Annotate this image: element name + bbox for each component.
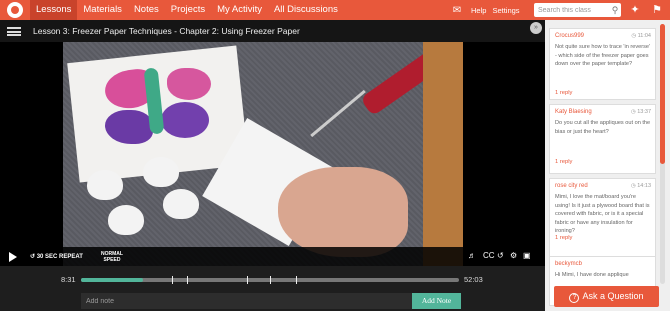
search-icon[interactable]: ⚲ <box>609 4 621 16</box>
heart-cutout <box>108 205 144 235</box>
discussion-post[interactable]: rose city red ◷ 14:13 Mimi, I love the m… <box>549 178 656 268</box>
volume-icon[interactable]: ♬ <box>468 251 476 261</box>
ask-question-button[interactable]: ? Ask a Question <box>554 286 659 307</box>
post-time-value: 14:13 <box>637 183 651 189</box>
speed-button[interactable]: NORMAL SPEED <box>101 251 123 263</box>
video-player[interactable] <box>0 42 545 266</box>
discussion-sidebar: Crocus999 ◷ 11:04 Not quite sure how to … <box>545 20 670 311</box>
cc-button[interactable]: CC <box>483 251 495 261</box>
lesson-title: Lesson 3: Freezer Paper Techniques - Cha… <box>33 26 300 36</box>
note-input[interactable] <box>81 293 412 309</box>
repeat-label: 30 SEC REPEAT <box>36 254 83 260</box>
chapter-marker[interactable] <box>186 276 188 284</box>
settings-gear-icon[interactable]: ⚙ <box>510 251 517 261</box>
collapse-sidebar-icon[interactable]: » <box>530 22 542 34</box>
cc-label: CC <box>483 251 495 260</box>
timeline: 8:31 52:03 <box>0 266 545 291</box>
scrollbar-thumb[interactable] <box>660 24 665 164</box>
post-author[interactable]: Crocus999 <box>555 33 584 39</box>
nav-my-activity[interactable]: My Activity <box>211 0 268 20</box>
top-utility-links: ✉ Help Settings <box>449 0 520 20</box>
help-link[interactable]: Help <box>471 6 486 15</box>
top-nav-bar: Lessons Materials Notes Projects My Acti… <box>0 0 670 20</box>
post-time-value: 11:04 <box>637 33 651 39</box>
question-icon: ? <box>569 293 580 303</box>
nav-projects[interactable]: Projects <box>165 0 211 20</box>
sidebar-scrollbar[interactable] <box>660 24 665 284</box>
repeat-button[interactable]: ↺ 30 SEC REPEAT <box>30 253 83 260</box>
wood-edge <box>423 42 463 266</box>
settings-link[interactable]: Settings <box>492 6 519 15</box>
fullscreen-icon[interactable]: ▣ <box>523 251 531 261</box>
lesson-menu-icon[interactable] <box>7 27 21 36</box>
discussion-post[interactable]: Katy Blaesing ◷ 13:37 Do you cut all the… <box>549 104 656 174</box>
play-icon[interactable] <box>9 252 17 262</box>
nav-all-discussions[interactable]: All Discussions <box>268 0 344 20</box>
post-timestamp[interactable]: ◷ 13:37 <box>631 109 651 115</box>
discussion-post[interactable]: Crocus999 ◷ 11:04 Not quite sure how to … <box>549 28 656 100</box>
video-frame[interactable] <box>63 42 463 266</box>
nav-materials[interactable]: Materials <box>77 0 128 20</box>
craftsy-logo-icon[interactable] <box>7 2 23 18</box>
reply-link[interactable]: 1 reply <box>555 235 572 241</box>
total-time: 52:03 <box>464 275 483 284</box>
chapter-marker[interactable] <box>171 276 173 284</box>
post-author[interactable]: Katy Blaesing <box>555 109 592 115</box>
main-nav: Lessons Materials Notes Projects My Acti… <box>30 0 344 20</box>
gift-icon[interactable]: ⚑ <box>649 2 665 18</box>
post-timestamp[interactable]: ◷ 14:13 <box>631 183 651 189</box>
reply-link[interactable]: 1 reply <box>555 159 572 165</box>
star-icon[interactable]: ✦ <box>627 2 643 18</box>
hand <box>278 167 408 257</box>
post-text: Not quite sure how to trace 'in reverse'… <box>555 44 651 67</box>
nav-lessons[interactable]: Lessons <box>30 0 78 20</box>
post-timestamp[interactable]: ◷ 11:04 <box>631 33 651 39</box>
chapter-marker[interactable] <box>270 276 271 284</box>
player-controls: ↺ 30 SEC REPEAT NORMAL SPEED ♬ CC ↺ ⚙ ▣ <box>0 247 545 266</box>
chapter-marker[interactable] <box>247 276 249 284</box>
note-bar: Add Note <box>0 291 545 311</box>
post-time-value: 13:37 <box>637 109 651 115</box>
rewind-icon[interactable]: ↺ <box>497 251 504 261</box>
reply-link[interactable]: 1 reply <box>555 90 572 96</box>
post-text: Do you cut all the appliques out on the … <box>555 120 651 135</box>
heart-cutout <box>163 189 199 219</box>
add-note-button[interactable]: Add Note <box>412 293 461 309</box>
heart-cutout <box>87 170 123 200</box>
progress-played <box>81 278 144 282</box>
post-author[interactable]: beckymcb <box>555 261 582 267</box>
camera-icon[interactable]: ✉ <box>449 5 465 16</box>
ask-question-label: Ask a Question <box>582 291 644 301</box>
chapter-marker[interactable] <box>296 276 298 284</box>
speed-line2: SPEED <box>103 257 121 263</box>
post-author[interactable]: rose city red <box>555 183 588 189</box>
current-time: 8:31 <box>61 275 76 284</box>
lesson-bar: Lesson 3: Freezer Paper Techniques - Cha… <box>0 20 545 42</box>
search-input[interactable] <box>534 3 621 17</box>
heart-cutout <box>143 157 179 187</box>
nav-notes[interactable]: Notes <box>128 0 165 20</box>
post-text: Mimi, I love the mat/board you're using!… <box>555 194 650 234</box>
progress-track[interactable] <box>81 276 459 284</box>
post-text: Hi Mimi, I have done applique <box>555 272 629 278</box>
